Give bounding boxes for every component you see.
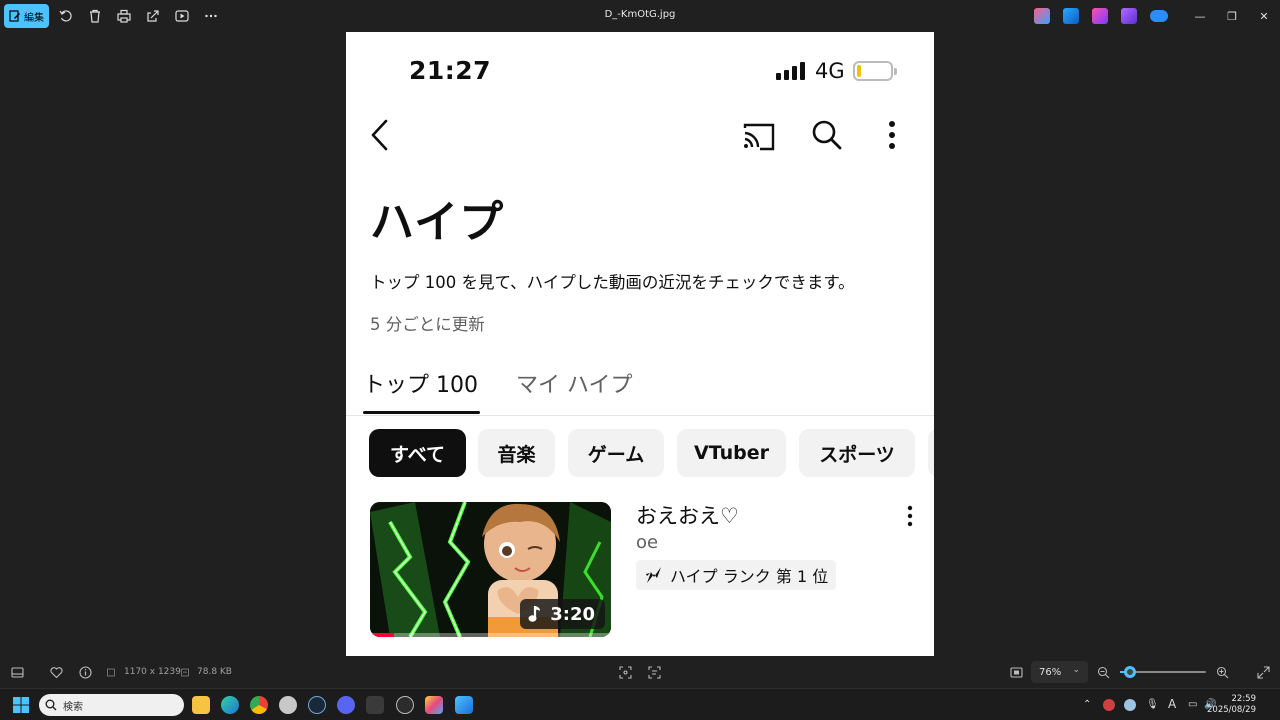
tray-overflow-icon[interactable]: ⌃: [1083, 699, 1091, 710]
clock-date: 2025/08/29: [1207, 705, 1256, 715]
more-options-icon[interactable]: [203, 8, 219, 24]
viewer-info-bar: 1170 x 1239 78.8 KB 76% ⌄: [0, 656, 1280, 688]
full-screen-icon[interactable]: [1256, 665, 1270, 679]
page-description: トップ 100 を見て、ハイプした動画の近況をチェックできます。: [370, 273, 855, 292]
file-name: D_-KmOtG.jpg: [604, 9, 676, 20]
hype-rank-label: ハイプ ランク 第 1 位: [670, 567, 829, 586]
restore-icon[interactable]: ❐: [1222, 6, 1242, 26]
status-time: 21:27: [409, 56, 492, 85]
taskbar: 検索 ⌃ 🎙 A ▭ 🔊 22:59 2025/08/29: [0, 688, 1280, 720]
tab-my-hype[interactable]: マイ ハイプ: [516, 367, 633, 399]
onedrive-icon[interactable]: [1150, 10, 1168, 22]
chip-music[interactable]: 音楽: [478, 429, 555, 477]
chrome-icon[interactable]: [250, 696, 268, 714]
crop-icon[interactable]: [618, 665, 632, 679]
image-dimensions: 1170 x 1239: [124, 667, 181, 677]
delete-icon[interactable]: [87, 8, 103, 24]
photos-icon[interactable]: [455, 696, 473, 714]
video-more-icon[interactable]: [900, 504, 920, 528]
watch-progress-fill: [370, 633, 395, 637]
active-tab-indicator: [363, 411, 480, 414]
edit-icon: [9, 10, 20, 22]
video-channel[interactable]: oe: [636, 532, 658, 553]
music-note-icon: [528, 606, 541, 622]
page-title: ハイプ: [370, 197, 505, 248]
photos-editor-icon[interactable]: [1063, 8, 1079, 24]
edge-icon[interactable]: [221, 696, 239, 714]
ime-indicator-icon[interactable]: A: [1168, 697, 1176, 711]
file-size-icon: [180, 665, 190, 679]
tab-top-100[interactable]: トップ 100: [363, 367, 478, 399]
system-clock[interactable]: 22:59 2025/08/29: [1207, 694, 1256, 716]
file-size: 78.8 KB: [197, 667, 232, 677]
chip-all[interactable]: すべて: [369, 429, 466, 477]
discord-icon[interactable]: [337, 696, 355, 714]
viewer-toolbar: 編集 D_-KmOtG.jpg — ❐ ✕: [0, 0, 1280, 32]
update-note: 5 分ごとに更新: [370, 315, 485, 334]
favorite-icon[interactable]: [49, 665, 63, 679]
windows-start-icon[interactable]: [13, 697, 29, 713]
clipchamp-icon[interactable]: [1092, 8, 1108, 24]
hype-rank-badge: ハイプ ランク 第 1 位: [636, 560, 837, 590]
print-icon[interactable]: [116, 8, 132, 24]
filmstrip-icon[interactable]: [10, 665, 24, 679]
app-shield-icon[interactable]: [279, 696, 297, 714]
tab-divider: [346, 415, 934, 416]
app-mascot-icon[interactable]: [366, 696, 384, 714]
zoom-level: 76%: [1039, 666, 1062, 678]
info-icon[interactable]: [78, 665, 92, 679]
zoom-out-icon[interactable]: [1096, 665, 1110, 679]
more-vert-icon[interactable]: [875, 118, 909, 152]
copilot-icon[interactable]: [1034, 8, 1050, 24]
video-duration: 3:20: [550, 603, 595, 625]
network-type: 4G: [815, 59, 845, 83]
steam-icon[interactable]: [308, 696, 326, 714]
app-colorful-icon[interactable]: [425, 696, 443, 714]
watch-progress-bar: [370, 633, 611, 637]
search-icon: [45, 699, 57, 711]
clock-time: 22:59: [1231, 694, 1257, 704]
cast-icon[interactable]: [742, 119, 776, 153]
video-title[interactable]: おえおえ♡: [636, 500, 739, 530]
image-canvas: 21:27 4G ハイプ トップ 100 を見て、ハイプした動画の近況をチェック…: [346, 32, 934, 656]
zoom-slider[interactable]: [1120, 666, 1206, 678]
slideshow-icon[interactable]: [174, 8, 190, 24]
battery-icon: [853, 61, 897, 81]
microphone-icon[interactable]: 🎙: [1146, 699, 1159, 710]
edit-button-label: 編集: [24, 12, 44, 24]
fit-to-window-icon[interactable]: [1009, 665, 1023, 679]
search-icon[interactable]: [810, 118, 844, 152]
dimensions-icon: [106, 665, 116, 679]
zoom-level-dropdown[interactable]: 76% ⌄: [1031, 661, 1088, 683]
chip-sports[interactable]: スポーツ: [799, 429, 915, 477]
video-thumbnail[interactable]: 3:20: [370, 502, 611, 637]
network-icon[interactable]: ▭: [1188, 699, 1197, 710]
taskbar-search[interactable]: 検索: [39, 694, 184, 716]
tray-steam-icon[interactable]: [1124, 699, 1136, 711]
file-explorer-icon[interactable]: [192, 696, 210, 714]
chip-vtuber[interactable]: VTuber: [677, 429, 786, 477]
zoom-in-icon[interactable]: [1215, 665, 1229, 679]
chip-game[interactable]: ゲーム: [568, 429, 664, 477]
ocr-icon[interactable]: [647, 665, 661, 679]
rotate-icon[interactable]: [58, 8, 74, 24]
share-icon[interactable]: [145, 8, 161, 24]
signal-icon: [776, 62, 805, 80]
designer-icon[interactable]: [1121, 8, 1137, 24]
minimize-icon[interactable]: —: [1190, 6, 1210, 26]
obs-icon[interactable]: [396, 696, 414, 714]
back-arrow-icon[interactable]: [364, 118, 398, 152]
hype-icon: [646, 567, 661, 583]
duration-badge: 3:20: [520, 599, 605, 629]
edit-button[interactable]: 編集: [4, 4, 49, 28]
chevron-down-icon: ⌄: [1072, 665, 1080, 675]
tray-app-icon[interactable]: [1103, 699, 1115, 711]
close-icon[interactable]: ✕: [1254, 6, 1274, 26]
chip-overflow[interactable]: [928, 429, 934, 477]
search-placeholder: 検索: [63, 701, 83, 713]
